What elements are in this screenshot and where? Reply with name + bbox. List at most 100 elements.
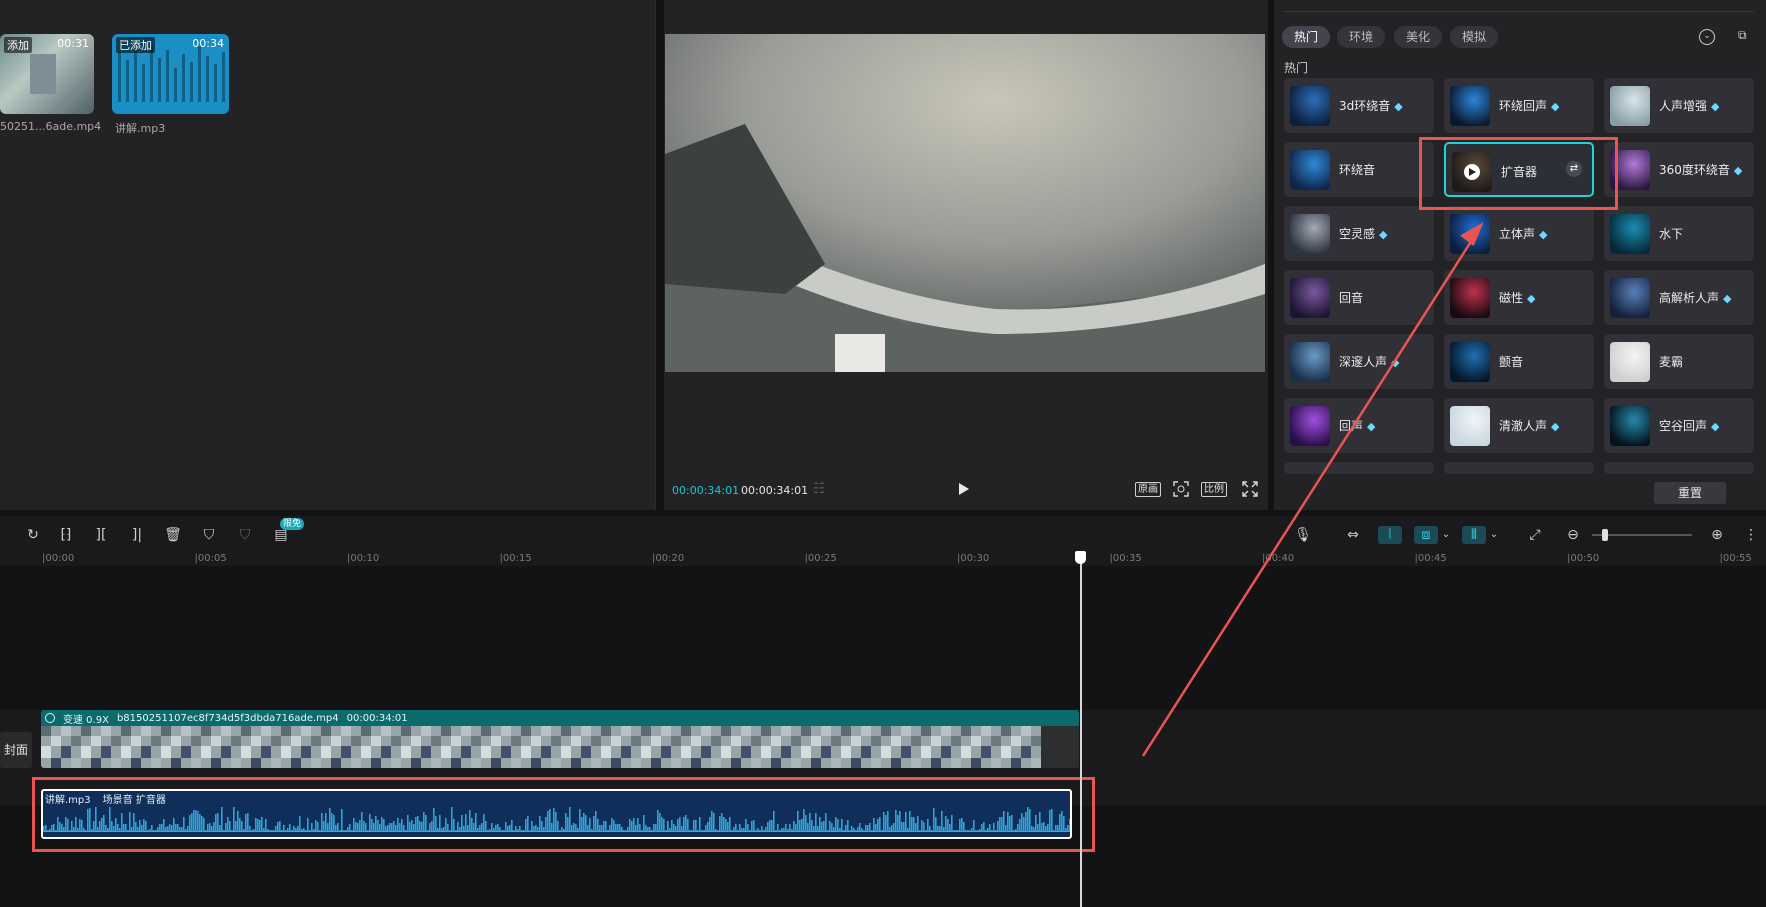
effect-name: 空灵感 [1339, 227, 1376, 241]
effect-card[interactable]: 深邃人声 ◆ [1284, 334, 1434, 389]
video-media-thumb[interactable]: 添加 00:31 [0, 34, 94, 114]
effect-thumbnail [1450, 342, 1490, 382]
zoom-in-icon[interactable]: ⊕ [1708, 526, 1726, 544]
microphone-icon[interactable]: 🎙 [1294, 526, 1312, 544]
zoom-fit-timeline-icon[interactable]: ⤢ [1526, 526, 1544, 544]
clip-duration: 00:00:34:01 [346, 712, 408, 724]
effect-thumbnail [1290, 86, 1330, 126]
playhead[interactable] [1080, 552, 1082, 907]
tab-simulate[interactable]: 模拟 [1450, 26, 1499, 48]
tab-hot[interactable]: 热门 [1282, 26, 1331, 48]
redo-icon[interactable]: ↻ [24, 526, 42, 544]
effect-card[interactable]: 水下 [1604, 206, 1754, 261]
diamond-icon: ◆ [1539, 228, 1548, 241]
shield-check-icon[interactable]: ⛉ [200, 526, 218, 544]
effect-name: 人声增强 [1659, 99, 1708, 113]
media-name: 50251...6ade.mp4 [0, 120, 102, 133]
effect-card[interactable]: 磁性 ◆ [1444, 270, 1594, 325]
effect-card-partial[interactable] [1444, 462, 1594, 474]
trim-right-icon[interactable]: ]| [128, 526, 146, 544]
effect-name: 磁性 [1499, 291, 1524, 305]
cover-button[interactable]: 封面 [0, 732, 32, 768]
total-time: 00:00:34:01 [741, 484, 809, 497]
effect-card[interactable]: 3d环绕音 ◆ [1284, 78, 1434, 133]
video-preview[interactable] [665, 34, 1265, 372]
linkage-icon[interactable]: ⧈ [1414, 526, 1438, 544]
speed-label: 变速 0.9X [63, 714, 109, 726]
media-name: 讲解.mp3 [115, 122, 166, 135]
highlight-box-audio [32, 777, 1095, 852]
diamond-icon: ◆ [1733, 164, 1743, 177]
effect-card[interactable]: 回声 ◆ [1284, 398, 1434, 453]
effect-thumbnail [1450, 406, 1490, 446]
effect-card[interactable]: 环绕回声 ◆ [1444, 78, 1594, 133]
effect-name: 立体声 [1499, 227, 1536, 241]
effects-panel: 热门 环境 美化 模拟 ⌄ ⧉ 热门 3d环绕音 ◆ 环绕回声 ◆ 人声增强 ◆ 环绕音 扩音… [1274, 0, 1766, 510]
effect-card-partial[interactable] [1284, 462, 1434, 474]
diamond-icon: ◆ [1711, 420, 1720, 433]
effect-card[interactable]: 立体声 ◆ [1444, 206, 1594, 261]
split-icon[interactable]: ⁅⁆ [57, 526, 75, 544]
fullscreen-icon[interactable] [1241, 480, 1259, 498]
magnet-icon[interactable]: ⦚ [1378, 526, 1402, 544]
chevron-down-icon[interactable]: ⌄ [1699, 29, 1715, 45]
video-clip-header: 变速 0.9X b8150251107ec8f734d5f3dbda716ade… [41, 710, 1079, 726]
effect-thumbnail [1610, 214, 1650, 254]
effect-card[interactable]: 高解析人声 ◆ [1604, 270, 1754, 325]
effect-name: 麦霸 [1659, 355, 1684, 369]
original-quality-button[interactable]: 原画 [1135, 482, 1161, 497]
effect-card[interactable]: 颤音 [1444, 334, 1594, 389]
preview-axis-icon[interactable]: ⫴ [1462, 526, 1486, 544]
ruler-tick-label: |00:55 [1719, 553, 1752, 564]
effect-label: 空谷回声 ◆ [1659, 417, 1719, 434]
delete-icon[interactable]: 🗑 [164, 526, 182, 544]
audio-media-thumb[interactable]: 已添加 00:34 [112, 34, 229, 114]
effect-card[interactable]: 360度环绕音 ◆ [1604, 142, 1754, 197]
effect-card[interactable]: 人声增强 ◆ [1604, 78, 1754, 133]
effect-label: 回音 [1339, 289, 1363, 306]
effect-label: 麦霸 [1659, 353, 1683, 370]
zoom-slider-handle[interactable] [1602, 529, 1608, 541]
effect-label: 360度环绕音 ◆ [1659, 161, 1742, 178]
play-icon[interactable] [956, 481, 972, 497]
export-icon[interactable]: ⧉ [1738, 28, 1754, 44]
tab-beautify[interactable]: 美化 [1394, 26, 1443, 48]
media-panel: 添加 00:31 50251...6ade.mp4 已添加 00:34 讲解.m… [0, 0, 656, 510]
effect-thumbnail [1290, 342, 1330, 382]
shield-icon[interactable]: ⛉ [236, 526, 254, 544]
diamond-icon: ◆ [1379, 228, 1388, 241]
chevron-down-icon[interactable]: ⌄ [1488, 526, 1500, 544]
playhead-handle[interactable] [1075, 551, 1086, 564]
effect-thumbnail [1610, 278, 1650, 318]
video-clip[interactable]: 变速 0.9X b8150251107ec8f734d5f3dbda716ade… [41, 710, 1079, 768]
effect-card-partial[interactable] [1604, 462, 1754, 474]
timeline-ruler[interactable]: |00:00 |00:05 |00:10 |00:15 |00:20 |00:25 |00:… [0, 552, 1766, 566]
diamond-icon: ◆ [1551, 100, 1560, 113]
effect-label: 立体声 ◆ [1499, 225, 1547, 242]
media-duration: 00:31 [57, 37, 89, 50]
effect-label: 高解析人声 ◆ [1659, 289, 1731, 306]
grid-list-icon[interactable]: ☷ [808, 481, 830, 497]
ruler-tick-label: |00:30 [957, 553, 990, 564]
aspect-ratio-button[interactable]: 比例 [1201, 482, 1227, 497]
zoom-fit-icon[interactable] [1172, 480, 1190, 498]
clip-filename: b8150251107ec8f734d5f3dbda716ade.mp4 [116, 712, 339, 724]
zoom-slider[interactable] [1592, 529, 1692, 541]
more-icon[interactable]: ⋮ [1742, 526, 1760, 544]
tab-environment[interactable]: 环境 [1337, 26, 1386, 48]
link-icon[interactable]: ⇔ [1342, 526, 1364, 544]
video-filmstrip [41, 726, 1079, 768]
trim-left-icon[interactable]: ][ [92, 526, 110, 544]
effect-card[interactable]: 环绕音 [1284, 142, 1434, 197]
zoom-out-icon[interactable]: ⊖ [1564, 526, 1582, 544]
highlight-box-effect [1419, 137, 1618, 210]
effect-card[interactable]: 空谷回声 ◆ [1604, 398, 1754, 453]
effect-card[interactable]: 回音 [1284, 270, 1434, 325]
effect-card[interactable]: 清澈人声 ◆ [1444, 398, 1594, 453]
reset-button[interactable]: 重置 [1654, 482, 1726, 504]
ruler-tick-label: |00:15 [499, 553, 532, 564]
chevron-down-icon[interactable]: ⌄ [1440, 526, 1452, 544]
effect-card[interactable]: 麦霸 [1604, 334, 1754, 389]
effect-name: 环绕音 [1339, 163, 1376, 177]
effect-card[interactable]: 空灵感 ◆ [1284, 206, 1434, 261]
